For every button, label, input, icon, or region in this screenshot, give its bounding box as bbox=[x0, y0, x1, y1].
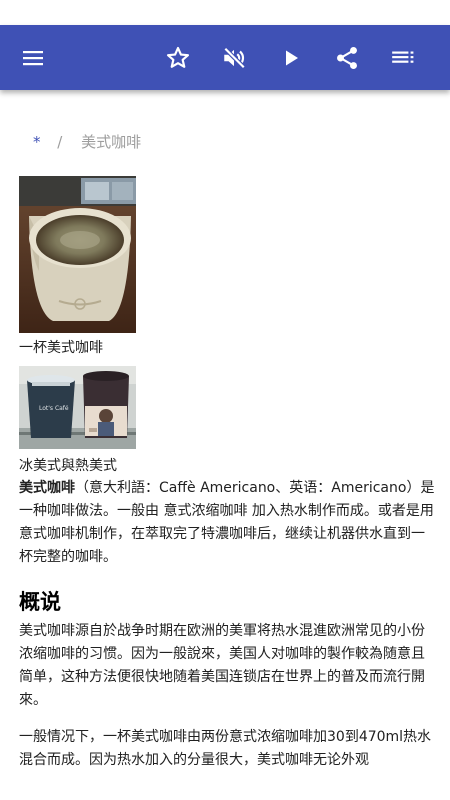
share-button[interactable] bbox=[325, 25, 369, 90]
play-button[interactable] bbox=[269, 25, 313, 90]
mute-button[interactable] bbox=[212, 25, 256, 90]
intro-term: 美式咖啡 bbox=[19, 480, 75, 496]
iced-and-hot-americano-image[interactable]: Lot's Café bbox=[19, 366, 136, 449]
americano-cup-image[interactable] bbox=[19, 176, 136, 333]
table-of-contents-button[interactable] bbox=[381, 25, 425, 90]
menu-button[interactable] bbox=[11, 25, 55, 90]
intro-paragraph: 美式咖啡（意大利語：Caffè Americano、英语：Americano）是… bbox=[19, 477, 435, 569]
breadcrumb-current: 美式咖啡 bbox=[81, 133, 142, 151]
menu-icon bbox=[23, 50, 43, 65]
status-bar bbox=[0, 0, 450, 25]
svg-text:Lot's Café: Lot's Café bbox=[39, 405, 69, 412]
breadcrumb-separator: / bbox=[57, 133, 63, 151]
volume-off-icon bbox=[223, 46, 246, 69]
article-content: * / 美式咖啡 一杯美式咖啡 Lot's Café 冰美式與熱美式 美式咖啡（… bbox=[0, 90, 450, 800]
figure-caption-2: 冰美式與熱美式 bbox=[19, 458, 117, 474]
playlist-icon bbox=[392, 51, 414, 63]
breadcrumb-home-link[interactable]: * bbox=[33, 133, 41, 151]
overview-paragraph-2: 一般情况下，一杯美式咖啡由两份意式浓缩咖啡加30到470ml热水混合而成。因为热… bbox=[19, 729, 432, 768]
espresso-link[interactable]: 意式浓缩咖啡 bbox=[163, 503, 247, 519]
figure-caption-1: 一杯美式咖啡 bbox=[19, 340, 103, 356]
overview-paragraph-1: 美式咖啡源自於战争时期在欧洲的美軍将热水混進欧洲常见的小份浓缩咖啡的习惯。因为一… bbox=[19, 623, 425, 708]
section-heading: 概说 bbox=[19, 590, 61, 614]
star-outline-icon bbox=[166, 46, 190, 68]
breadcrumb: * / 美式咖啡 bbox=[33, 131, 141, 152]
share-icon bbox=[337, 46, 357, 69]
play-icon bbox=[286, 50, 298, 65]
app-bar bbox=[0, 25, 450, 90]
favorite-button[interactable] bbox=[156, 25, 200, 90]
